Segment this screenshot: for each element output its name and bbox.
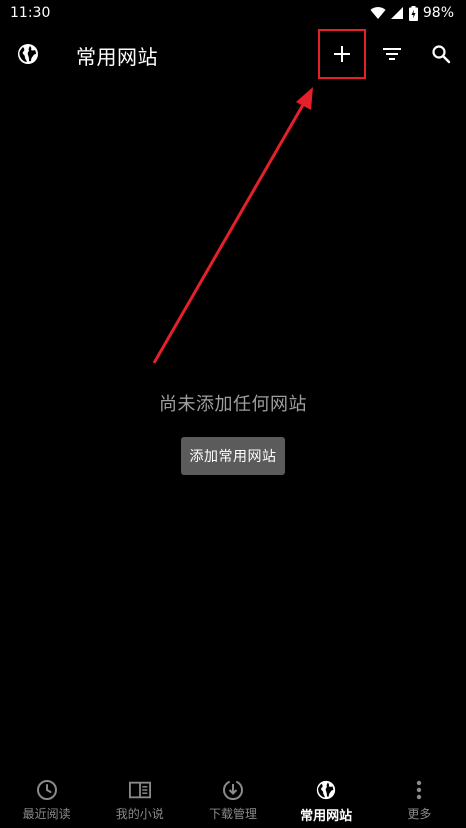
search-icon xyxy=(432,45,451,64)
more-vertical-icon xyxy=(408,779,430,801)
app-bar: 常用网站 xyxy=(0,26,466,82)
status-bar: 11:30 98% xyxy=(0,0,466,26)
nav-label: 我的小说 xyxy=(115,807,164,821)
clock-icon xyxy=(36,779,58,801)
cell-signal-icon xyxy=(390,7,403,19)
search-action-button[interactable] xyxy=(427,40,455,68)
nav-item-recent-reading[interactable]: 最近阅读 xyxy=(0,768,93,828)
filter-action-button[interactable] xyxy=(378,40,406,68)
book-icon xyxy=(128,779,151,801)
annotation-highlight-box xyxy=(318,29,366,79)
nav-label: 最近阅读 xyxy=(22,807,71,821)
wifi-icon xyxy=(370,7,386,20)
nav-item-my-novels[interactable]: 我的小说 xyxy=(93,768,186,828)
globe-icon xyxy=(315,779,337,801)
nav-label: 下载管理 xyxy=(208,807,257,821)
bottom-nav: 最近阅读 我的小说 下载管理 常用网站 更多 xyxy=(0,768,466,828)
battery-percentage: 98% xyxy=(422,5,454,21)
nav-label: 常用网站 xyxy=(300,809,353,824)
page-title: 常用网站 xyxy=(76,45,158,69)
nav-item-common-sites[interactable]: 常用网站 xyxy=(280,768,373,828)
globe-icon[interactable] xyxy=(16,42,40,66)
nav-item-download-manager[interactable]: 下载管理 xyxy=(186,768,279,828)
status-icons: 98% xyxy=(370,5,454,21)
add-common-site-button[interactable]: 添加常用网站 xyxy=(181,437,285,475)
filter-icon xyxy=(383,48,401,60)
status-time: 11:30 xyxy=(10,5,51,21)
download-icon xyxy=(222,779,244,801)
battery-icon xyxy=(408,5,418,21)
empty-state-message: 尚未添加任何网站 xyxy=(159,394,307,415)
nav-label: 更多 xyxy=(407,807,432,821)
nav-item-more[interactable]: 更多 xyxy=(373,768,466,828)
